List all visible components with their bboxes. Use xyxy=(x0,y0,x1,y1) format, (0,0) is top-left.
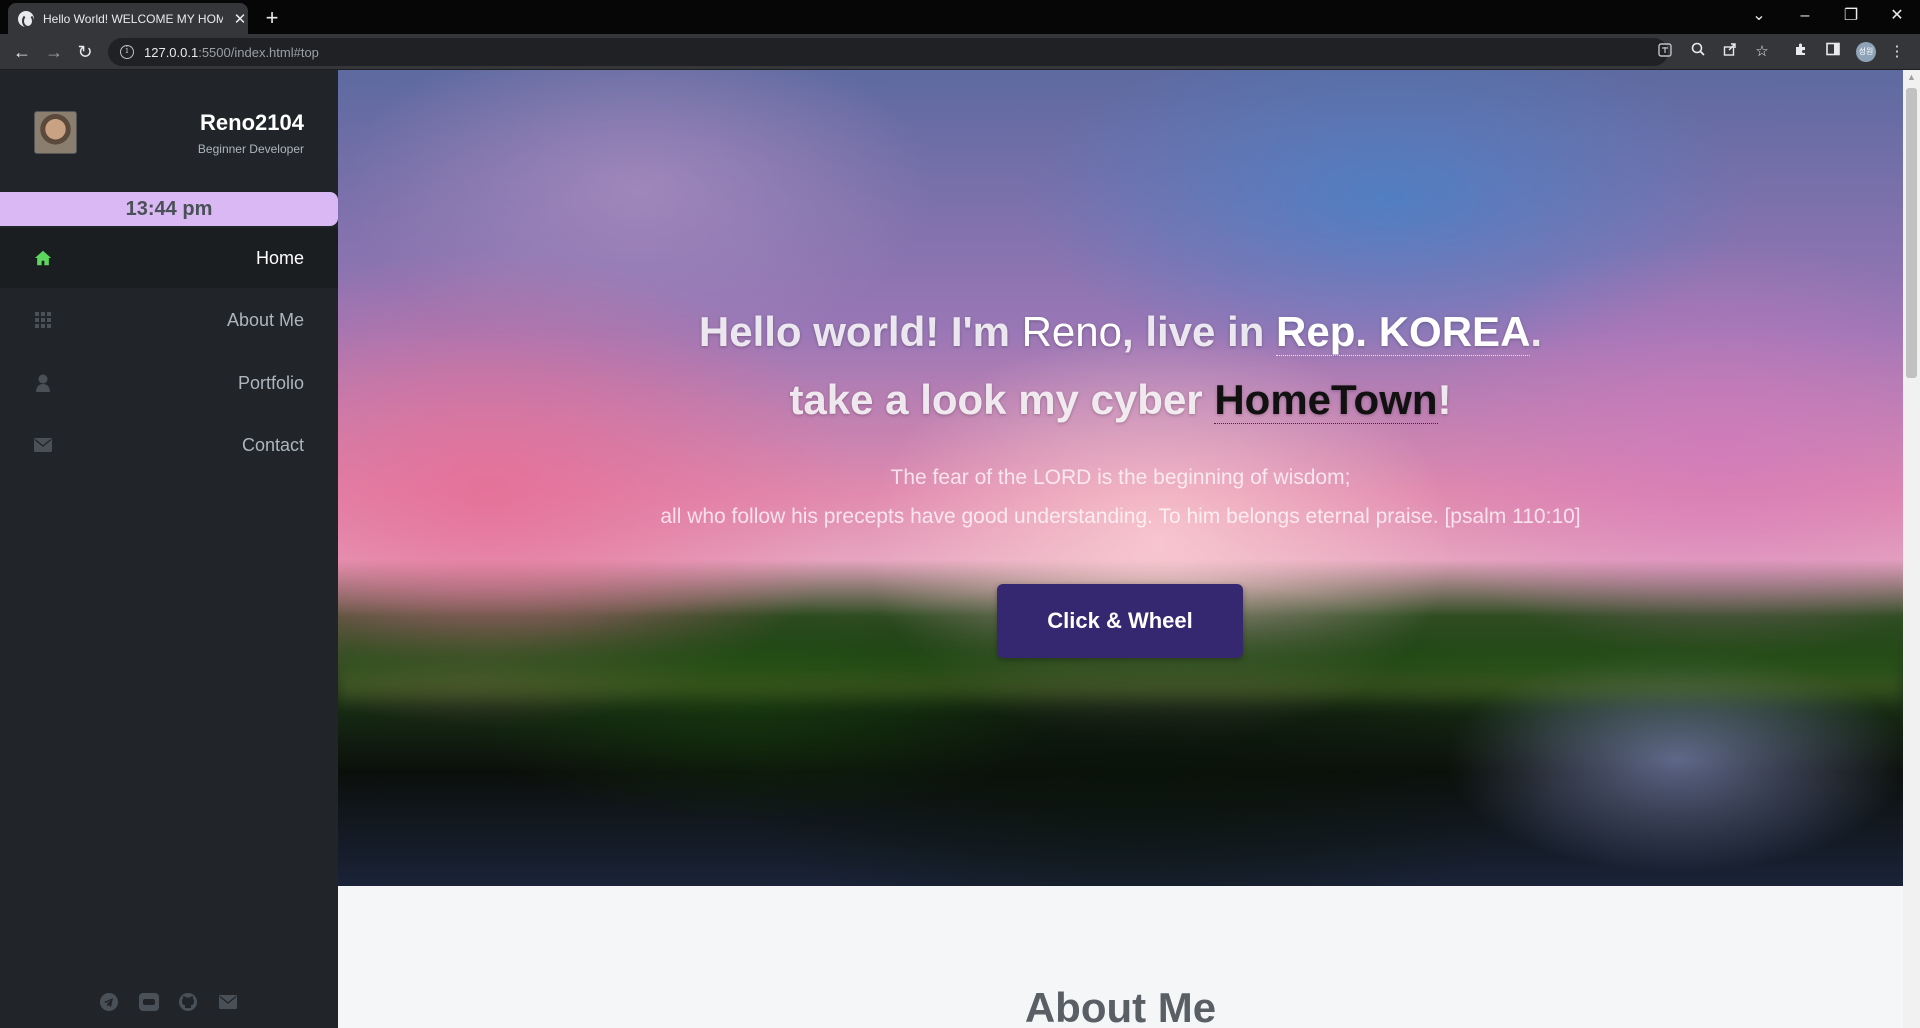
browser-tab-bar: Hello World! WELCOME MY HOME ✕ + ⌄ – ❐ ✕ xyxy=(0,0,1920,34)
minimize-button[interactable]: – xyxy=(1782,2,1828,30)
browser-toolbar: ← → ↻ i 127.0.0.1:5500/index.html#top ☆ … xyxy=(0,34,1920,70)
reload-icon[interactable]: ↻ xyxy=(73,40,97,64)
bookmark-star-icon[interactable]: ☆ xyxy=(1752,42,1772,62)
verse-line1: The fear of the LORD is the beginning of… xyxy=(890,466,1351,489)
hero-heading-line2: take a look my cyber HomeTown! xyxy=(338,376,1903,424)
chat-icon[interactable] xyxy=(139,992,159,1012)
sidebar: Reno2104 Beginner Developer 13:44 pm Hom… xyxy=(0,70,338,1028)
page-scrollbar[interactable]: ▲ xyxy=(1903,70,1920,1028)
click-and-wheel-button[interactable]: Click & Wheel xyxy=(997,584,1243,658)
restore-button[interactable]: ❐ xyxy=(1828,2,1874,30)
globe-icon xyxy=(18,10,34,28)
sidebar-item-about-me[interactable]: About Me xyxy=(0,290,338,350)
user-icon xyxy=(34,374,52,392)
browser-tab[interactable]: Hello World! WELCOME MY HOME ✕ xyxy=(8,3,248,34)
hero-text: Hello world! I'm xyxy=(698,308,1022,355)
site-info-icon[interactable]: i xyxy=(120,45,134,59)
hometown-link[interactable]: HomeTown xyxy=(1214,376,1438,424)
sidebar-item-contact[interactable]: Contact xyxy=(0,415,338,475)
hero-text: , live in xyxy=(1121,308,1277,355)
side-panel-icon[interactable] xyxy=(1823,42,1843,62)
url-host: 127.0.0.1 xyxy=(144,44,199,60)
envelope-icon xyxy=(34,436,52,454)
telegram-icon[interactable] xyxy=(99,992,119,1012)
mail-icon[interactable] xyxy=(218,992,238,1012)
sidebar-item-portfolio[interactable]: Portfolio xyxy=(0,353,338,413)
new-tab-button[interactable]: + xyxy=(260,5,284,31)
hero-name: Reno xyxy=(1021,308,1122,355)
avatar xyxy=(34,111,77,154)
zoom-icon[interactable] xyxy=(1688,42,1708,62)
menu-dots-icon[interactable]: ⋮ xyxy=(1887,42,1907,62)
sidebar-item-label: About Me xyxy=(226,309,304,330)
country-link[interactable]: Rep. KOREA xyxy=(1276,308,1531,356)
section-title: About Me xyxy=(1024,984,1217,1028)
scrollbar-thumb[interactable] xyxy=(1906,88,1917,378)
share-icon[interactable] xyxy=(1720,42,1740,62)
grid-icon xyxy=(34,311,52,329)
extensions-icon[interactable] xyxy=(1791,42,1811,62)
hero-heading-line1: Hello world! I'm Reno, live in Rep. KORE… xyxy=(338,308,1903,356)
sidebar-item-home[interactable]: Home xyxy=(0,228,338,288)
forward-arrow-icon[interactable]: → xyxy=(42,40,66,64)
url-path: :5500/index.html#top xyxy=(198,44,319,60)
sidebar-item-label: Portfolio xyxy=(237,372,304,393)
profile-role: Beginner Developer xyxy=(197,142,304,156)
hero-section: Hello world! I'm Reno, live in Rep. KORE… xyxy=(338,70,1903,886)
address-bar[interactable]: i 127.0.0.1:5500/index.html#top xyxy=(108,38,1672,66)
home-icon xyxy=(34,249,52,267)
translate-icon[interactable] xyxy=(1658,43,1672,63)
close-window-button[interactable]: ✕ xyxy=(1874,2,1920,30)
sidebar-item-label: Home xyxy=(255,247,304,268)
hero-text: take a look my cyber xyxy=(789,376,1215,423)
tab-title: Hello World! WELCOME MY HOME xyxy=(43,11,223,26)
profile-avatar[interactable]: 성원 xyxy=(1856,42,1876,62)
github-icon[interactable] xyxy=(178,992,198,1012)
clock-display: 13:44 pm xyxy=(0,192,338,226)
scroll-up-arrow-icon[interactable]: ▲ xyxy=(1907,72,1916,82)
profile-name: Reno2104 xyxy=(200,110,304,135)
close-tab-icon[interactable]: ✕ xyxy=(231,10,249,28)
hero-text: ! xyxy=(1437,376,1452,423)
tab-search-icon[interactable]: ⌄ xyxy=(1736,2,1782,30)
about-section: About Me xyxy=(338,886,1903,1028)
sidebar-item-label: Contact xyxy=(241,434,304,455)
verse-line2: all who follow his precepts have good un… xyxy=(660,505,1581,528)
hero-text: . xyxy=(1530,308,1543,355)
back-arrow-icon[interactable]: ← xyxy=(10,40,34,64)
